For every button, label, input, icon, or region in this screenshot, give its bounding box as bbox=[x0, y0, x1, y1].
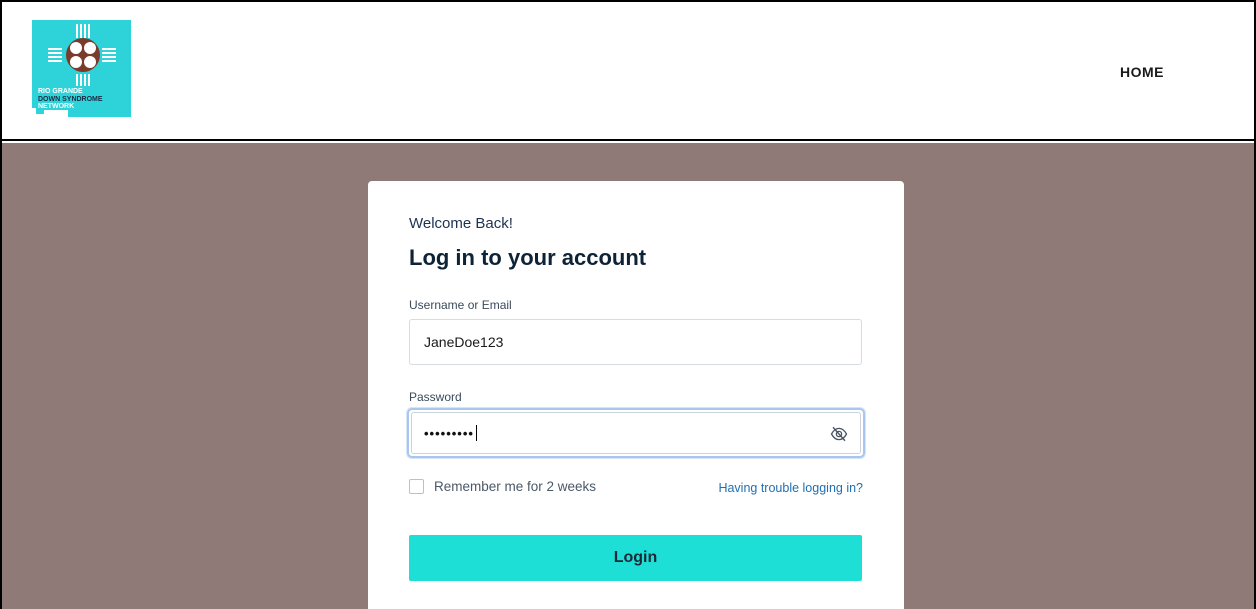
logo-line-3: NETWORK bbox=[38, 103, 75, 110]
username-input[interactable] bbox=[409, 319, 862, 365]
username-label: Username or Email bbox=[409, 298, 512, 312]
password-focus-ring: ••••••••• bbox=[407, 408, 865, 458]
login-card: Welcome Back! Log in to your account Use… bbox=[368, 181, 904, 609]
password-label: Password bbox=[409, 390, 462, 404]
site-logo[interactable]: RIO GRANDE DOWN SYNDROME NETWORK bbox=[32, 20, 131, 117]
login-title: Log in to your account bbox=[409, 245, 647, 270]
password-input[interactable]: ••••••••• bbox=[411, 412, 861, 454]
remember-me: Remember me for 2 weeks bbox=[409, 479, 596, 494]
remember-label[interactable]: Remember me for 2 weeks bbox=[434, 479, 596, 494]
logo-text: RIO GRANDE DOWN SYNDROME NETWORK bbox=[38, 88, 103, 111]
logo-line-1: RIO GRANDE bbox=[38, 88, 83, 95]
welcome-text: Welcome Back! bbox=[409, 215, 513, 232]
password-masked-value: ••••••••• bbox=[424, 425, 474, 441]
main-content: Welcome Back! Log in to your account Use… bbox=[2, 143, 1254, 609]
text-caret bbox=[475, 425, 477, 441]
nav-home-link[interactable]: HOME bbox=[1120, 64, 1164, 80]
eye-off-icon[interactable] bbox=[830, 425, 848, 443]
remember-checkbox[interactable] bbox=[409, 479, 424, 494]
logo-line-2: DOWN SYNDROME bbox=[38, 95, 103, 103]
site-header: RIO GRANDE DOWN SYNDROME NETWORK HOME bbox=[2, 2, 1254, 141]
trouble-logging-in-link[interactable]: Having trouble logging in? bbox=[718, 481, 863, 495]
login-button[interactable]: Login bbox=[409, 535, 862, 581]
